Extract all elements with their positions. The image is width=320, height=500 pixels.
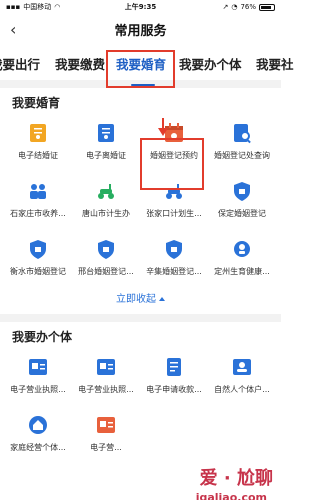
shield-icon [231,180,253,202]
service-item-label: 自然人个体户... [214,384,270,394]
service-item[interactable]: 婚姻登记处查询 [208,112,276,170]
baby-icon [231,238,253,260]
service-item-label: 电子营业执照... [10,384,66,394]
service-item-label: 电子营... [90,442,122,452]
tab-business[interactable]: 我要办个体 [179,54,242,73]
tab-travel[interactable]: 我要出行 [0,54,40,73]
collapse-button[interactable]: 立即收起 [0,286,281,314]
tab-payment[interactable]: 我要缴费 [55,54,105,73]
section-title-marriage: 我要婚育 [12,96,61,110]
service-item-label: 婚姻登记处查询 [214,150,270,160]
service-item-label: 电子离婚证 [86,150,126,160]
service-item[interactable]: 石家庄市收养... [4,170,72,228]
service-item-label: 保定婚姻登记 [218,208,266,218]
service-grid-business: 电子营业执照... 电子营业执照... 电子申请收款... 自然人个体户... 家庭经营… [0,346,281,462]
service-item-label: 张家口计划生... [146,208,202,218]
back-chevron-icon[interactable]: ‹ [10,20,16,39]
scooter-icon [95,180,117,202]
service-item-label: 石家庄市收养... [10,208,66,218]
service-item-label: 电子申请收款... [146,384,202,394]
service-item[interactable]: 唐山市计生办 [72,170,140,228]
status-time: 上午9:35 [124,3,157,11]
service-item[interactable]: 自然人个体户... [208,346,276,404]
service-item[interactable]: 保定婚姻登记 [208,170,276,228]
search-doc-icon [231,122,253,144]
tab-active-indicator [131,84,155,86]
shield-icon [163,238,185,260]
family-icon [27,180,49,202]
service-item-label: 电子营业执照... [78,384,134,394]
watermark-logo: 爱 · 尬聊 [200,464,273,490]
caret-up-icon [159,297,165,301]
service-item-label: 家庭经营个体... [10,442,66,452]
item-highlight-box [140,138,204,190]
license-icon [27,356,49,378]
service-item-label: 定州生育健康... [214,266,270,276]
tab-social[interactable]: 我要社 [256,54,294,73]
shield-icon [27,238,49,260]
license-icon [95,414,117,436]
service-item-label: 电子结婚证 [18,150,58,160]
divider [0,314,281,322]
watermark-url: igaliao.com [195,491,267,500]
page-title: 常用服务 [114,23,167,39]
tab-highlight-box [106,50,175,88]
service-item[interactable]: 电子营... [72,404,140,462]
section-title-business: 我要办个体 [12,330,73,344]
license-icon [95,356,117,378]
shield-icon [95,238,117,260]
status-bar: ▪▪▪ 中国移动 ◠ 上午9:35 ↗ ◔ 76% [0,0,281,14]
collapse-label: 立即收起 [116,294,156,305]
certificate-icon [27,122,49,144]
service-item[interactable]: 电子离婚证 [72,112,140,170]
service-item[interactable]: 家庭经营个体... [4,404,72,462]
down-arrow-icon [158,118,168,136]
bill-icon [163,356,185,378]
service-item[interactable]: 定州生育健康... [208,228,276,286]
service-item[interactable]: 邢台婚姻登记... [72,228,140,286]
service-item-label: 衡水市婚姻登记 [10,266,66,276]
service-item-label: 邢台婚姻登记... [78,266,134,276]
battery-icon [259,3,275,11]
service-item-label: 唐山市计生办 [82,208,130,218]
service-item-label: 辛集婚姻登记... [146,266,202,276]
nav-bar: ‹ 常用服务 [0,14,281,44]
home-icon [27,414,49,436]
service-item[interactable]: 衡水市婚姻登记 [4,228,72,286]
service-item[interactable]: 电子结婚证 [4,112,72,170]
service-item[interactable]: 电子申请收款... [140,346,208,404]
person-card-icon [231,356,253,378]
service-item[interactable]: 电子营业执照... [4,346,72,404]
certificate-icon [95,122,117,144]
service-item[interactable]: 辛集婚姻登记... [140,228,208,286]
service-item[interactable]: 电子营业执照... [72,346,140,404]
watermark-text: 爱 · 尬聊 [199,468,273,489]
